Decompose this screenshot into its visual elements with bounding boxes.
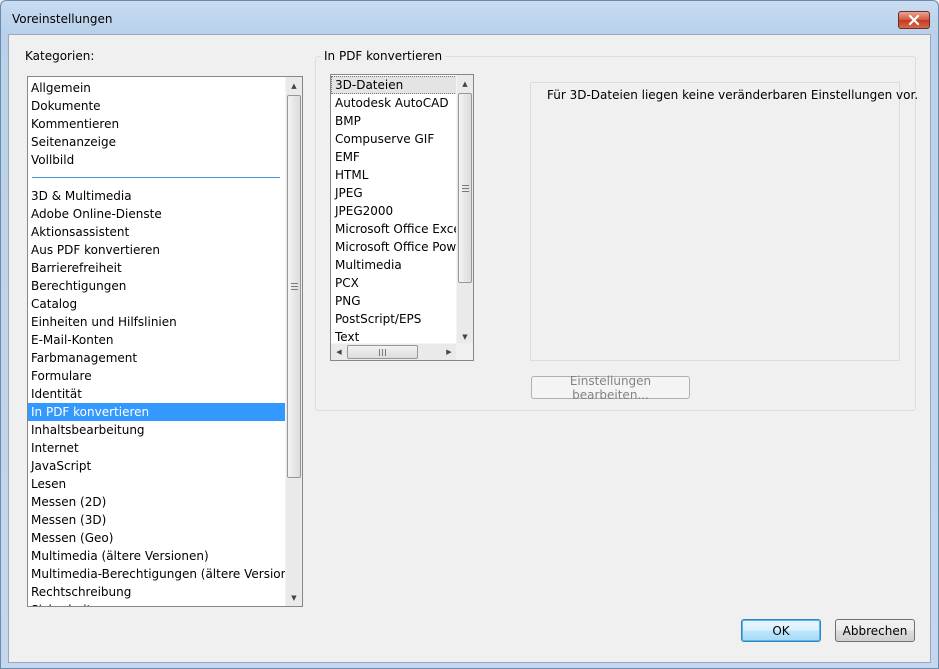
scroll-corner xyxy=(456,343,473,360)
category-item[interactable]: Dokumente xyxy=(28,97,286,115)
grip-icon xyxy=(461,184,469,192)
scroll-thumb[interactable] xyxy=(347,345,418,359)
format-item[interactable]: JPEG2000 xyxy=(331,202,457,220)
category-item[interactable]: Aktionsassistent xyxy=(28,223,286,241)
category-item[interactable]: Barrierefreiheit xyxy=(28,259,286,277)
category-item[interactable]: Berechtigungen xyxy=(28,277,286,295)
category-item[interactable]: Messen (2D) xyxy=(28,493,286,511)
category-item[interactable]: Rechtschreibung xyxy=(28,583,286,601)
preferences-dialog: Voreinstellungen Kategorien: Allgemein Do… xyxy=(0,0,939,669)
formats-vscrollbar[interactable]: ▲ ▼ xyxy=(456,75,473,345)
scroll-right-arrow-icon[interactable]: ▶ xyxy=(441,344,457,360)
categories-scrollbar[interactable]: ▲ ▼ xyxy=(285,77,302,606)
category-item[interactable]: Formulare xyxy=(28,367,286,385)
format-item[interactable]: HTML xyxy=(331,166,457,184)
category-item[interactable]: JavaScript xyxy=(28,457,286,475)
scroll-thumb[interactable] xyxy=(287,95,301,478)
category-item[interactable]: Identität xyxy=(28,385,286,403)
category-item[interactable]: E-Mail-Konten xyxy=(28,331,286,349)
category-item[interactable]: Multimedia (ältere Versionen) xyxy=(28,547,286,565)
category-item[interactable]: Messen (Geo) xyxy=(28,529,286,547)
format-item[interactable]: PCX xyxy=(331,274,457,292)
scroll-left-arrow-icon[interactable]: ◀ xyxy=(331,344,347,360)
category-item[interactable]: Vollbild xyxy=(28,151,286,169)
format-item[interactable]: PostScript/EPS xyxy=(331,310,457,328)
categories-label: Kategorien: xyxy=(25,49,95,63)
cancel-button[interactable]: Abbrechen xyxy=(835,619,915,642)
format-item[interactable]: EMF xyxy=(331,148,457,166)
convert-group-label: In PDF konvertieren xyxy=(321,49,446,63)
category-item[interactable]: Kommentieren xyxy=(28,115,286,133)
scroll-thumb[interactable] xyxy=(458,93,472,283)
dialog-body: Kategorien: Allgemein Dokumente Kommentier… xyxy=(8,34,931,663)
category-item[interactable]: Farbmanagement xyxy=(28,349,286,367)
categories-items: Allgemein Dokumente Kommentieren Seitenanze… xyxy=(28,79,302,606)
close-button[interactable] xyxy=(898,11,930,29)
format-item[interactable]: Autodesk AutoCAD xyxy=(331,94,457,112)
grip-icon xyxy=(379,348,386,356)
category-item[interactable]: Messen (3D) xyxy=(28,511,286,529)
format-item[interactable]: BMP xyxy=(331,112,457,130)
scroll-up-arrow-icon[interactable]: ▲ xyxy=(457,75,473,92)
edit-settings-button[interactable]: Einstellungen bearbeiten... xyxy=(531,374,690,402)
grip-icon xyxy=(290,283,298,290)
category-item[interactable]: Einheiten und Hilfslinien xyxy=(28,313,286,331)
category-item[interactable]: In PDF konvertieren xyxy=(28,403,286,421)
scroll-down-arrow-icon[interactable]: ▼ xyxy=(286,589,302,606)
category-item[interactable]: Aus PDF konvertieren xyxy=(28,241,286,259)
category-item[interactable]: Seitenanzeige xyxy=(28,133,286,151)
formats-list[interactable]: 3D-Dateien Autodesk AutoCAD BMP Compuserve … xyxy=(330,74,474,361)
window-title: Voreinstellungen xyxy=(12,12,113,26)
category-item[interactable]: Catalog xyxy=(28,295,286,313)
category-item[interactable]: Adobe Online-Dienste xyxy=(28,205,286,223)
formats-items: 3D-Dateien Autodesk AutoCAD BMP Compuserve … xyxy=(331,76,457,346)
title-bar[interactable]: Voreinstellungen xyxy=(1,1,938,35)
category-item[interactable]: Allgemein xyxy=(28,79,286,97)
category-item[interactable]: Multimedia-Berechtigungen (ältere Versio… xyxy=(28,565,302,583)
format-item[interactable]: Compuserve GIF xyxy=(331,130,457,148)
format-info-text: Für 3D-Dateien liegen keine veränderbare… xyxy=(547,88,919,102)
format-item[interactable]: Multimedia xyxy=(331,256,457,274)
format-item[interactable]: PNG xyxy=(331,292,457,310)
format-item[interactable]: 3D-Dateien xyxy=(331,76,457,94)
format-item[interactable]: Microsoft Office Excel xyxy=(331,220,457,238)
format-item[interactable]: Microsoft Office PowerPoint xyxy=(331,238,457,256)
category-item[interactable]: Internet xyxy=(28,439,286,457)
ok-button[interactable]: OK xyxy=(741,619,821,642)
category-item[interactable]: Inhaltsbearbeitung xyxy=(28,421,286,439)
formats-hscrollbar[interactable]: ◀ ▶ xyxy=(331,343,457,360)
category-item[interactable]: Lesen xyxy=(28,475,286,493)
categories-list[interactable]: Allgemein Dokumente Kommentieren Seitenanze… xyxy=(27,76,303,607)
scroll-up-arrow-icon[interactable]: ▲ xyxy=(286,77,302,94)
format-settings-panel: Für 3D-Dateien liegen keine veränderbare… xyxy=(530,82,918,361)
format-item[interactable]: JPEG xyxy=(331,184,457,202)
category-separator xyxy=(28,169,286,187)
category-item[interactable]: 3D & Multimedia xyxy=(28,187,286,205)
category-item[interactable]: Sicherheit xyxy=(28,601,286,606)
close-icon xyxy=(908,15,920,25)
